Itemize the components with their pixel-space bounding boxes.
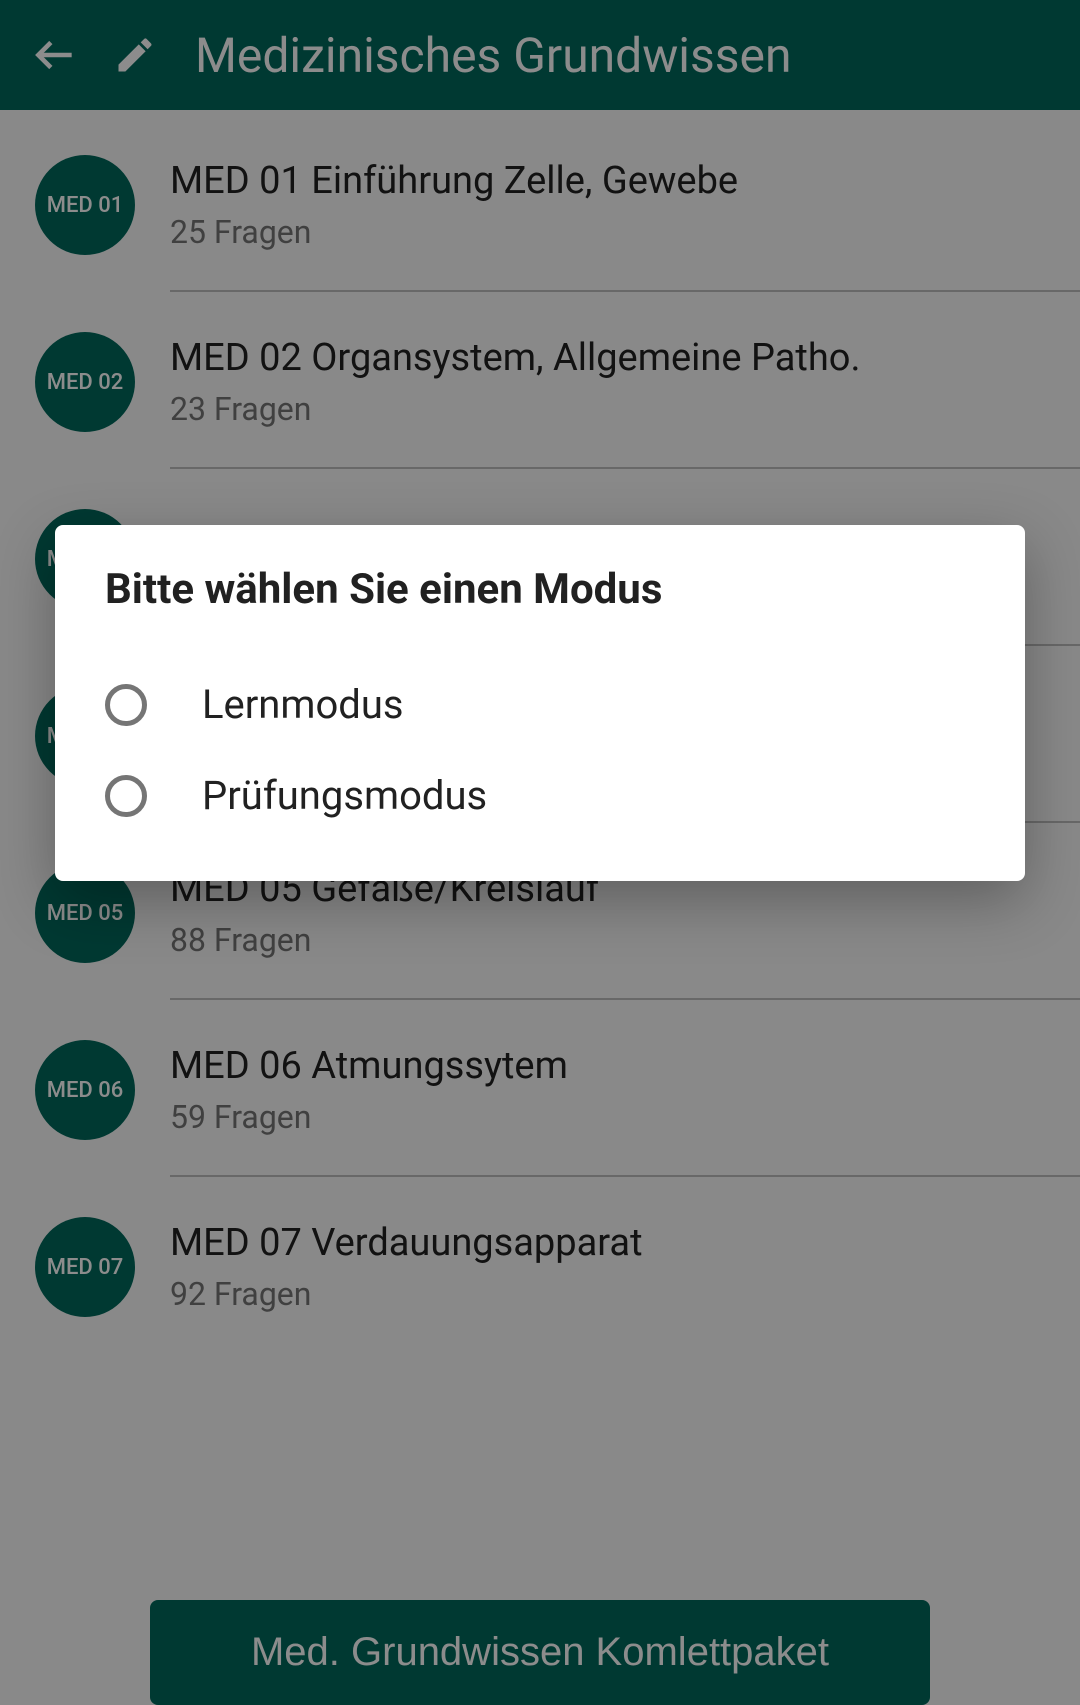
dialog-title: Bitte wählen Sie einen Modus — [105, 565, 975, 614]
radio-icon — [105, 775, 147, 817]
dialog-option-learn[interactable]: Lernmodus — [105, 659, 975, 750]
radio-icon — [105, 684, 147, 726]
option-label: Lernmodus — [202, 681, 404, 728]
dialog-option-exam[interactable]: Prüfungsmodus — [105, 750, 975, 841]
option-label: Prüfungsmodus — [202, 772, 487, 819]
mode-dialog: Bitte wählen Sie einen Modus Lernmodus P… — [55, 525, 1025, 881]
